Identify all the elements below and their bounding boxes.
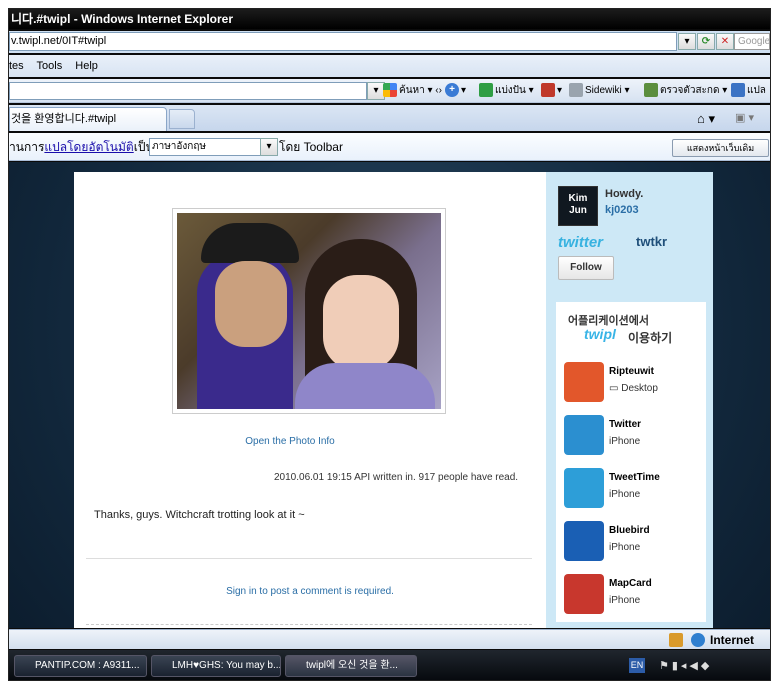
greeting: Howdy. (605, 188, 644, 200)
divider (86, 558, 532, 559)
menu-help[interactable]: Help (75, 60, 98, 72)
chevron-down-icon[interactable]: ▾ (260, 138, 278, 156)
sign-in-comment-link[interactable]: Sign in to post a comment is required. (74, 586, 546, 597)
tab-row: 것을 환영합니다.#twipl ⌂ ▾ ▣ ▾ (9, 105, 770, 131)
toolbar-share-button[interactable]: แบ่งปัน ▾ (479, 83, 534, 99)
dropdown-arrow-icon[interactable]: ▾ (678, 33, 696, 50)
toolbar-blocker-button[interactable]: ▾ (541, 83, 562, 99)
apps-brand: twipl (584, 326, 616, 342)
show-original-button[interactable]: แสดงหน้าเว็บเดิม (672, 139, 769, 157)
status-bar: Internet (9, 629, 770, 649)
google-icon (383, 83, 397, 98)
translate-icon (731, 83, 745, 98)
toolbar-spellcheck-button[interactable]: ตรวจตัวสะกด ▾ (644, 83, 727, 99)
page-viewport: Open the Photo Info 2010.06.01 19:15 API… (9, 162, 770, 628)
bluebird-icon (564, 521, 604, 561)
address-bar[interactable]: v.twipl.net/0IT#twipl (9, 32, 677, 51)
tab-twipl[interactable]: 것을 환영합니다.#twipl (9, 107, 167, 131)
follow-button[interactable]: Follow (558, 256, 614, 280)
google-toolbar: ▾ ค้นหา ▾ ‹› + ▾ แบ่งปัน ▾ ▾ Sidewiki ▾ ต… (9, 79, 770, 103)
browser-window: 니다.#twipl - Windows Internet Explorer v.… (8, 8, 771, 681)
security-icon[interactable] (669, 633, 683, 647)
avatar[interactable]: Kim Jun (558, 186, 598, 226)
twitter-logo[interactable]: twitter (558, 234, 603, 251)
plus-icon: + (445, 83, 459, 98)
app-item[interactable]: Ripteuwit ▭ Desktop (564, 362, 712, 410)
window-title: 니다.#twipl - Windows Internet Explorer (11, 12, 233, 26)
post-photo[interactable] (172, 208, 446, 414)
twtkr-logo[interactable]: twtkr (636, 234, 667, 249)
mapcard-icon (564, 574, 604, 614)
tray-icons[interactable]: ⚑▮◂◀◆ (659, 659, 712, 672)
post-text: Thanks, guys. Witchcraft trotting look a… (94, 509, 305, 521)
share-icon (479, 83, 493, 98)
photo-image (177, 213, 441, 409)
taskbar-item[interactable]: LMH♥GHS: You may b... (151, 655, 281, 677)
toolbar-add-button[interactable]: + ▾ (445, 83, 466, 99)
language-select[interactable]: ภาษาอังกฤษ (149, 138, 274, 156)
menu-bar: tes Tools Help (9, 55, 770, 77)
address-row: v.twipl.net/0IT#twipl ▾ ⟳ ✕ Google (9, 31, 770, 53)
sidewiki-icon (569, 83, 583, 98)
app-item[interactable]: TweetTime iPhone (564, 468, 712, 516)
sidebar: Kim Jun Howdy. kj0203 twitter twtkr Foll… (546, 172, 713, 628)
refresh-icon[interactable]: ⟳ (697, 33, 715, 50)
menu-favorites[interactable]: tes (9, 60, 24, 72)
stop-icon[interactable]: ✕ (716, 33, 734, 50)
search-input[interactable]: Google (734, 33, 770, 50)
globe-icon (691, 633, 705, 647)
ripteuwit-icon (564, 362, 604, 402)
spellcheck-icon (644, 83, 658, 98)
app-item[interactable]: MapCard iPhone (564, 574, 712, 622)
divider (86, 624, 532, 625)
taskbar-item[interactable]: PANTIP.COM : A9311... (14, 655, 147, 677)
menu-tools[interactable]: Tools (37, 60, 63, 72)
taskbar: PANTIP.COM : A9311... LMH♥GHS: You may b… (9, 650, 770, 680)
title-bar: 니다.#twipl - Windows Internet Explorer (9, 9, 770, 29)
post-content: Open the Photo Info 2010.06.01 19:15 API… (74, 172, 546, 628)
app-item[interactable]: Twitter iPhone (564, 415, 712, 463)
translate-prefix: ่านการ (9, 140, 45, 154)
username-link[interactable]: kj0203 (605, 204, 639, 216)
taskbar-item[interactable]: twipl에 오신 것을 환... (285, 655, 417, 677)
toolbar-search-button[interactable]: ค้นหา ▾ ‹› (383, 83, 442, 99)
apps-header-tail: 이용하기 (628, 331, 673, 345)
apps-panel: 어플리케이션에서 twipl 이용하기 Ripteuwit ▭ Desktop … (556, 302, 706, 622)
post-meta: 2010.06.01 19:15 API written in. 917 peo… (274, 472, 519, 483)
app-item[interactable]: Bluebird iPhone (564, 521, 712, 569)
feed-icon[interactable]: ▣ ▾ (735, 111, 754, 124)
tweettime-icon (564, 468, 604, 508)
twitter-bird-icon (564, 415, 604, 455)
zone-label: Internet (710, 633, 755, 647)
new-tab-button[interactable] (169, 109, 195, 129)
home-icon[interactable]: ⌂ ▾ (697, 111, 715, 127)
translate-bar: ่านการแปลโดยอัตโนมัติเป็น ภาษาอังกฤษ ▾ โ… (9, 133, 770, 161)
open-photo-info-link[interactable]: Open the Photo Info (74, 436, 506, 447)
toolbar-translate-button[interactable]: แปล (731, 83, 766, 99)
popup-blocker-icon (541, 83, 555, 98)
toolbar-sidewiki-button[interactable]: Sidewiki ▾ (569, 83, 630, 99)
translate-link[interactable]: แปลโดยอัตโนมัติ (44, 140, 133, 154)
language-indicator[interactable]: EN (629, 658, 645, 673)
toolbar-search-input[interactable] (9, 82, 367, 100)
translate-by: โดย Toolbar (279, 140, 343, 154)
